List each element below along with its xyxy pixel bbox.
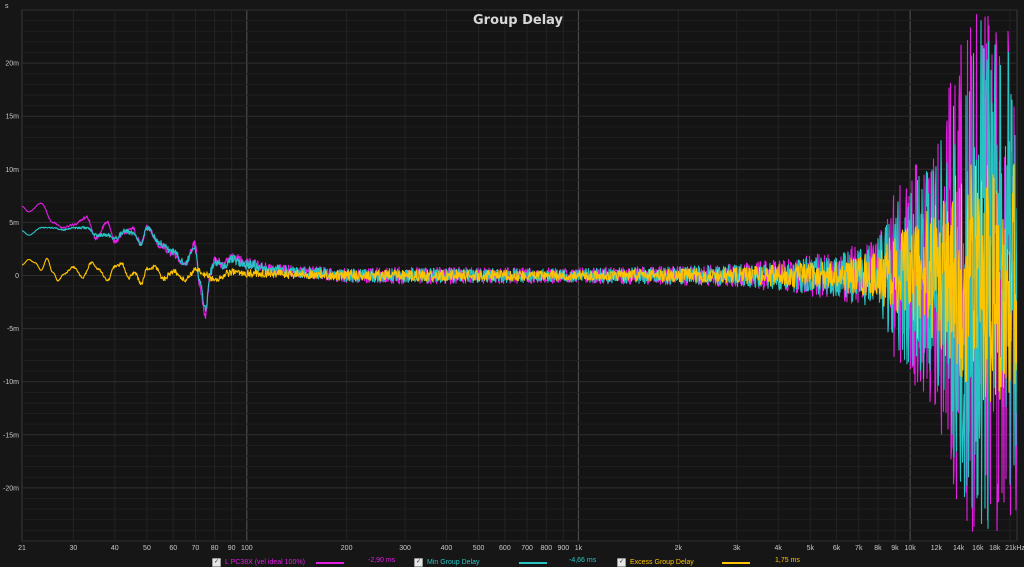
x-tick-label: 18k: [989, 545, 1001, 552]
legend-item-min-group-delay[interactable]: ✓ Min Group Delay: [414, 557, 480, 567]
legend-swatch-l-pc38x: [316, 562, 344, 564]
legend-item-excess-group-delay[interactable]: ✓ Excess Group Delay: [617, 557, 694, 567]
x-tick-label: 5k: [807, 545, 815, 552]
legend-label: Excess Group Delay: [630, 558, 694, 566]
legend-item-l-pc38x[interactable]: ✓ L PC38X (vel ideal 100%): [212, 557, 305, 567]
x-tick-label: 70: [192, 545, 200, 552]
group-delay-chart[interactable]: 21 30 40 50 60 70 80 90 100 200 300 400 500 600 700 800…: [0, 0, 1024, 556]
x-tick-label: 200: [341, 545, 353, 552]
legend-value: -4,66 ms: [569, 557, 597, 564]
legend-swatch-min-group-delay: [519, 562, 547, 564]
y-tick-label: 10m: [5, 167, 19, 174]
x-tick-label: 60: [169, 545, 177, 552]
x-tick-label: 300: [399, 545, 411, 552]
checkmark-icon: ✓: [618, 559, 625, 565]
y-tick-label: -5m: [7, 326, 19, 333]
y-tick-label: 15m: [5, 114, 19, 121]
chart-title: Group Delay: [473, 13, 564, 28]
x-tick-label: 10k: [904, 545, 916, 552]
x-tick-label: 90: [228, 545, 236, 552]
x-tick-label: 16k: [972, 545, 984, 552]
x-tick-label: 900: [557, 545, 569, 552]
x-tick-label: 2k: [675, 545, 683, 552]
x-tick-label: 700: [521, 545, 533, 552]
x-tick-label: 1k: [575, 545, 583, 552]
y-tick-label: 0: [15, 273, 19, 280]
y-tick-label: -10m: [3, 379, 19, 386]
x-tick-label: 50: [143, 545, 151, 552]
x-tick-label: 4k: [774, 545, 782, 552]
x-tick-label: 100: [241, 545, 253, 552]
y-tick-label: -15m: [3, 432, 19, 439]
legend-checkbox[interactable]: ✓: [414, 557, 423, 567]
x-tick-label: 80: [211, 545, 219, 552]
x-tick-label: 9k: [891, 545, 899, 552]
x-tick-label: 500: [473, 545, 485, 552]
x-tick-label: 14k: [953, 545, 965, 552]
checkmark-icon: ✓: [213, 559, 220, 565]
x-tick-label: 600: [499, 545, 511, 552]
x-tick-label: 400: [441, 545, 453, 552]
legend-swatch-excess-group-delay: [722, 562, 750, 564]
legend-value: -2,90 ms: [368, 557, 396, 564]
checkmark-icon: ✓: [415, 559, 422, 565]
x-tick-label: 6k: [833, 545, 841, 552]
x-tick-label: 30: [69, 545, 77, 552]
legend: ✓ L PC38X (vel ideal 100%) -2,90 ms ✓ Mi…: [0, 556, 1024, 567]
y-tick-label: 20m: [5, 61, 19, 68]
x-tick-label: 40: [111, 545, 119, 552]
x-tick-label: 21kHz: [1005, 545, 1024, 552]
legend-value: 1,75 ms: [775, 557, 800, 564]
legend-label: Min Group Delay: [427, 558, 480, 566]
legend-checkbox[interactable]: ✓: [212, 557, 221, 567]
x-tick-label: 7k: [855, 545, 863, 552]
y-tick-label: -20m: [3, 485, 19, 492]
x-tick-label: 21: [18, 545, 26, 552]
x-tick-label: 3k: [733, 545, 741, 552]
legend-checkbox[interactable]: ✓: [617, 557, 626, 567]
x-tick-label: 800: [540, 545, 552, 552]
x-tick-label: 12k: [931, 545, 943, 552]
legend-label: L PC38X (vel ideal 100%): [225, 558, 305, 566]
x-tick-label: 8k: [874, 545, 882, 552]
y-tick-label: 5m: [9, 220, 19, 227]
y-axis-unit: s: [5, 3, 9, 10]
